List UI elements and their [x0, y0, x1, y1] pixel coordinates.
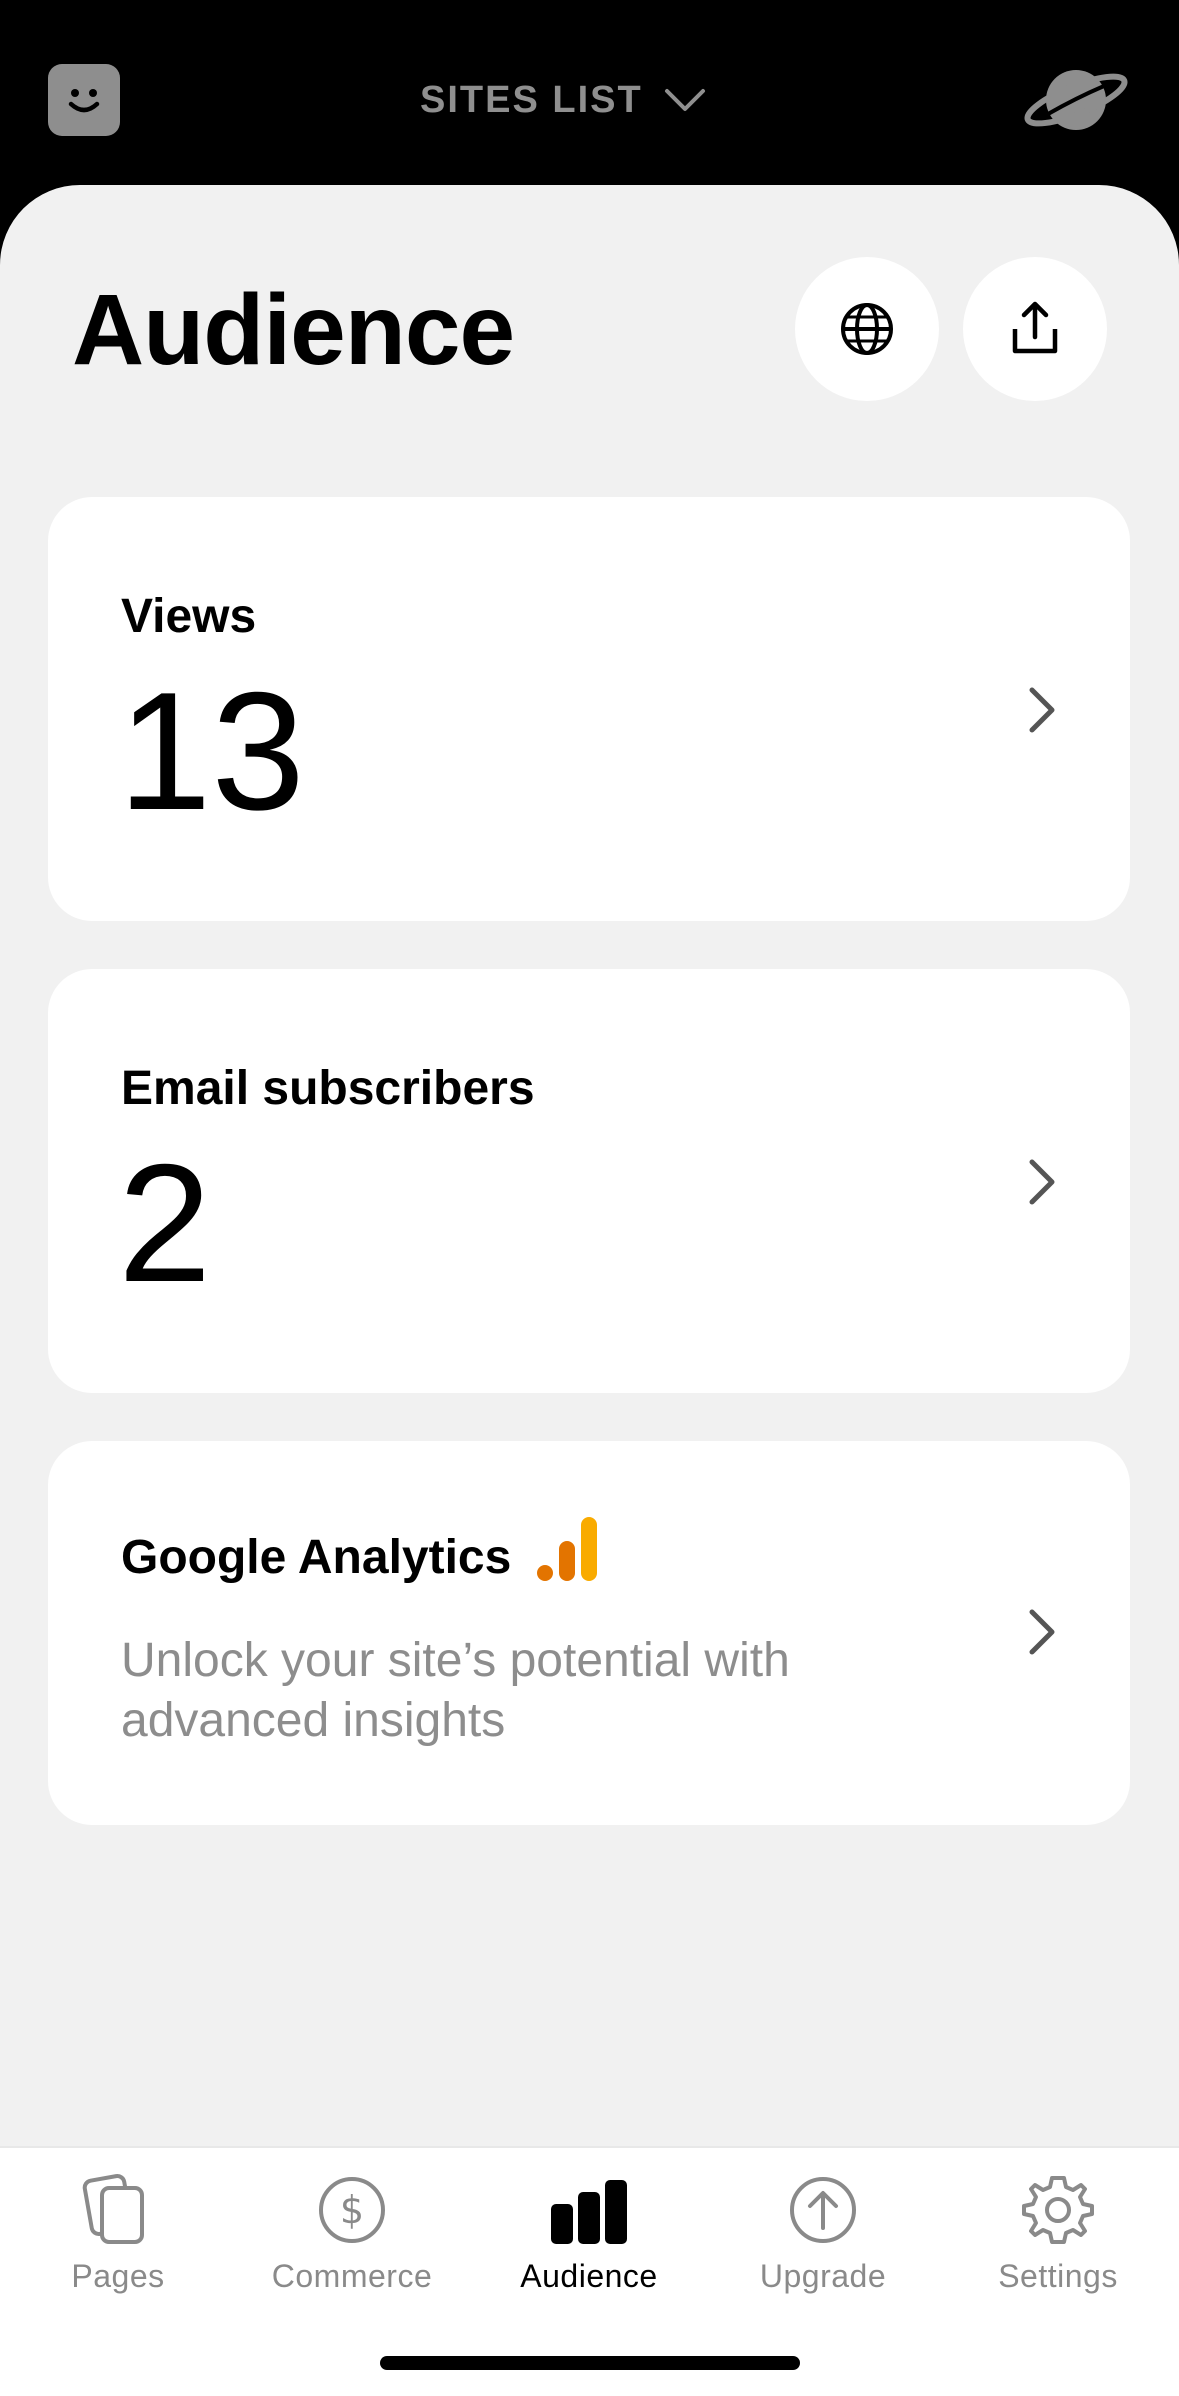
- tab-settings-label: Settings: [998, 2258, 1118, 2294]
- google-analytics-header: Google Analytics: [121, 1515, 603, 1585]
- gear-icon: [1018, 2170, 1098, 2250]
- chevron-right-icon: [1022, 1604, 1062, 1660]
- email-subscribers-card[interactable]: Email subscribers 2: [48, 969, 1130, 1393]
- tab-upgrade-label: Upgrade: [759, 2258, 887, 2294]
- chevron-right-icon: [1022, 682, 1062, 738]
- sites-list-dropdown[interactable]: SITES LIST: [420, 70, 707, 130]
- views-card[interactable]: Views 13: [48, 497, 1130, 921]
- share-icon: [1012, 301, 1058, 354]
- views-value: 13: [118, 657, 305, 845]
- google-analytics-description: Unlock your site’s potential with advanc…: [121, 1634, 790, 1747]
- tab-audience[interactable]: Audience: [479, 2170, 699, 2310]
- bottom-tab-bar: Pages $ Commerce Audience Upgrade Settin…: [0, 2146, 1179, 2396]
- chevron-down-icon: [664, 89, 705, 111]
- page-title: Audience: [72, 274, 515, 386]
- tab-commerce-label: Commerce: [271, 2258, 433, 2294]
- tab-pages[interactable]: Pages: [8, 2170, 228, 2310]
- globe-icon: [841, 303, 893, 355]
- tab-audience-label: Audience: [520, 2258, 658, 2294]
- tab-upgrade[interactable]: Upgrade: [713, 2170, 933, 2310]
- app-screen: SITES LIST Audience Views 13 Email subsc…: [0, 0, 1179, 2396]
- content-sheet: Audience Views 13 Email subscribers 2 Go…: [0, 185, 1179, 2185]
- smiley-face-icon[interactable]: [48, 64, 120, 136]
- share-button[interactable]: [963, 257, 1107, 401]
- sites-list-label: SITES LIST: [420, 78, 643, 121]
- home-indicator: [380, 2356, 800, 2370]
- chevron-right-icon: [1022, 1154, 1062, 1210]
- upgrade-arrow-icon: [783, 2170, 863, 2250]
- google-analytics-label: Google Analytics: [121, 1531, 512, 1584]
- top-bar: SITES LIST: [0, 0, 1179, 190]
- planet-icon[interactable]: [1020, 58, 1132, 142]
- bar-chart-icon: [549, 2170, 629, 2250]
- tab-settings[interactable]: Settings: [948, 2170, 1168, 2310]
- pages-icon: [78, 2170, 158, 2250]
- tab-commerce[interactable]: $ Commerce: [242, 2170, 462, 2310]
- view-site-button[interactable]: [795, 257, 939, 401]
- email-subscribers-value: 2: [118, 1129, 212, 1317]
- svg-text:$: $: [340, 2188, 364, 2232]
- views-label: Views: [121, 590, 257, 643]
- google-analytics-icon: [537, 1515, 603, 1585]
- tab-pages-label: Pages: [71, 2258, 165, 2294]
- email-subscribers-label: Email subscribers: [121, 1062, 535, 1115]
- dollar-icon: $: [312, 2170, 392, 2250]
- google-analytics-card[interactable]: Google Analytics Unlock your site’s pote…: [48, 1441, 1130, 1825]
